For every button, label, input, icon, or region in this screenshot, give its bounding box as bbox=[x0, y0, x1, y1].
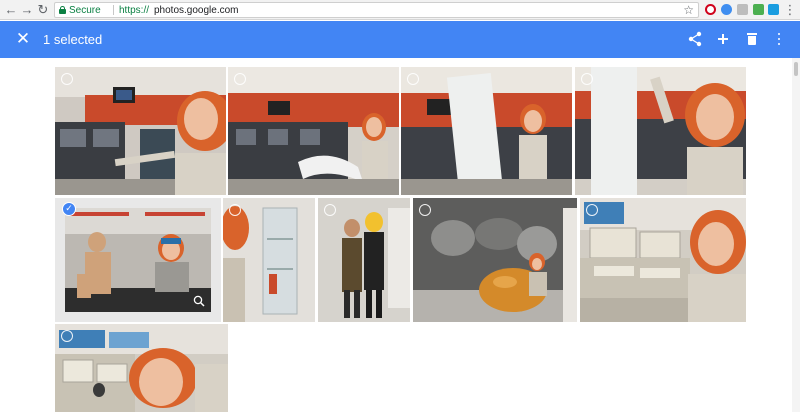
browser-menu-icon[interactable]: ⋮ bbox=[782, 2, 798, 18]
url-host: photos.google.com bbox=[154, 5, 239, 16]
selection-app-bar: ✕ 1 selected bbox=[0, 21, 800, 58]
address-bar[interactable]: Secure https:// photos.google.com ☆ bbox=[54, 2, 699, 18]
select-checkbox-icon[interactable] bbox=[61, 330, 73, 342]
select-checkbox-icon[interactable] bbox=[234, 73, 246, 85]
url-scheme: https:// bbox=[119, 5, 150, 16]
photo-tile[interactable] bbox=[223, 198, 315, 322]
select-checkbox-icon[interactable] bbox=[407, 73, 419, 85]
blue-extension-icon[interactable] bbox=[721, 4, 732, 15]
selected-check-icon[interactable]: ✓ bbox=[62, 202, 76, 216]
reload-icon[interactable]: ↻ bbox=[35, 2, 51, 18]
forward-icon[interactable]: → bbox=[19, 2, 35, 18]
photo-tile[interactable] bbox=[55, 324, 228, 412]
scrollbar-thumb[interactable] bbox=[794, 62, 798, 76]
page-scrollbar[interactable] bbox=[792, 58, 800, 412]
select-checkbox-icon[interactable] bbox=[229, 204, 241, 216]
download-extension-icon[interactable] bbox=[768, 4, 779, 15]
bookmark-star-icon[interactable]: ☆ bbox=[683, 3, 694, 17]
select-checkbox-icon[interactable] bbox=[324, 204, 336, 216]
add-icon[interactable] bbox=[714, 30, 732, 48]
back-icon[interactable]: ← bbox=[3, 2, 19, 18]
zoom-in-icon[interactable] bbox=[193, 294, 205, 307]
photo-tile[interactable] bbox=[228, 67, 399, 195]
photo-tile[interactable] bbox=[575, 67, 746, 195]
opera-extension-icon[interactable] bbox=[705, 4, 716, 15]
close-selection-icon[interactable]: ✕ bbox=[14, 30, 32, 48]
delete-icon[interactable] bbox=[743, 30, 761, 48]
green-extension-icon[interactable] bbox=[753, 4, 764, 15]
select-checkbox-icon[interactable] bbox=[586, 204, 598, 216]
photo-tile[interactable] bbox=[318, 198, 410, 322]
select-checkbox-icon[interactable] bbox=[581, 73, 593, 85]
selection-count-title: 1 selected bbox=[43, 32, 103, 47]
more-options-icon[interactable] bbox=[770, 30, 788, 48]
select-checkbox-icon[interactable] bbox=[419, 204, 431, 216]
browser-toolbar: ← → ↻ Secure https:// photos.google.com … bbox=[0, 0, 800, 20]
share-icon[interactable] bbox=[686, 30, 704, 48]
secure-label: Secure bbox=[69, 5, 101, 16]
photo-tile[interactable] bbox=[413, 198, 577, 322]
photo-tile[interactable] bbox=[55, 67, 226, 195]
camera-extension-icon[interactable] bbox=[737, 4, 748, 15]
select-checkbox-icon[interactable] bbox=[61, 73, 73, 85]
lock-icon bbox=[59, 6, 66, 14]
photo-tile[interactable] bbox=[580, 198, 746, 322]
photo-tile[interactable] bbox=[401, 67, 572, 195]
address-separator bbox=[113, 5, 114, 15]
